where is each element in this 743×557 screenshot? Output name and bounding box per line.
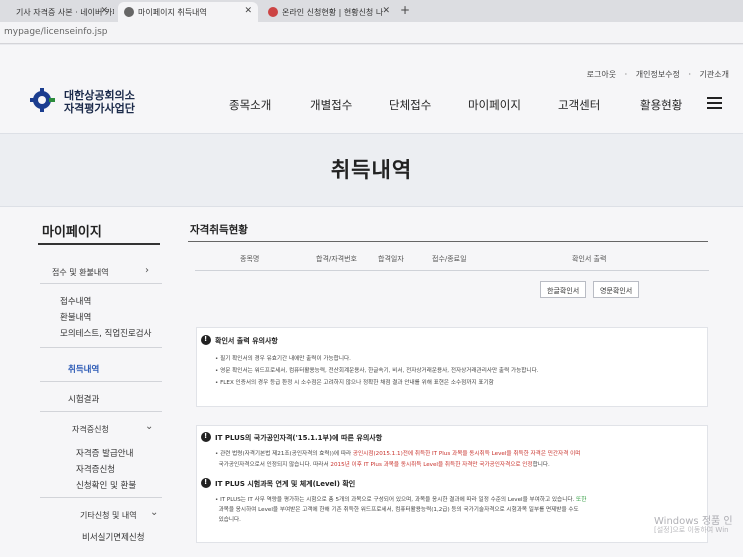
windows-activation-subtext: [설정]으로 이동하여 Win — [654, 526, 729, 534]
main-nav: 종목소개 개별접수 단체접수 마이페이지 고객센터 활용현황 — [0, 97, 743, 117]
tab-label: 온라인 신청현황 | 현황신청 나 — [282, 8, 384, 17]
sidebar-group-certificate[interactable]: 자격증신청 — [72, 424, 109, 435]
sidebar-group-other[interactable]: 기타신청 및 내역 — [80, 510, 137, 521]
sidebar-group-registration[interactable]: 접수 및 환불내역 — [52, 267, 109, 278]
column-header-date: 합격일자 — [378, 255, 404, 263]
nav-item-group[interactable]: 단체접수 — [389, 97, 431, 113]
about-link[interactable]: 기관소개 — [700, 70, 729, 79]
notice-highlight: 또한 — [576, 497, 587, 503]
sidebar-item-apply[interactable]: 자격증신청 — [76, 463, 115, 475]
alert-icon — [201, 478, 211, 488]
sidebar-item-secretary-exempt[interactable]: 비서실기면제신청 — [82, 531, 145, 543]
alert-icon — [201, 432, 211, 442]
sidebar-separator — [40, 411, 162, 412]
browser-tab-3[interactable]: 온라인 신청현황 | 현황신청 나 ✕ — [262, 2, 396, 22]
sidebar-separator — [40, 347, 162, 348]
hamburger-menu-icon[interactable] — [707, 97, 722, 109]
url-text: mypage/licenseinfo.jsp — [4, 27, 108, 37]
sidebar-divider — [38, 243, 160, 245]
sidebar-separator — [40, 283, 162, 284]
notice-heading: IT PLUS의 국가공인자격('15.1.1부)에 따른 유의사항 — [215, 434, 383, 442]
nav-item-support[interactable]: 고객센터 — [558, 97, 600, 113]
site-icon — [268, 7, 278, 17]
notice-line: 국가공인자격으로서 인정되지 않습니다. 따라서 — [218, 462, 331, 468]
sidebar-item-refunds[interactable]: 환불내역 — [60, 311, 91, 323]
page-banner: 취득내역 — [0, 133, 743, 207]
sidebar-item-acquisitions[interactable]: 취득내역 — [68, 363, 99, 375]
close-icon[interactable]: ✕ — [382, 6, 390, 16]
page-title: 취득내역 — [330, 158, 413, 182]
sidebar-item-issue-guide[interactable]: 자격증 발급안내 — [76, 447, 133, 459]
edit-profile-link[interactable]: 개인정보수정 — [636, 70, 680, 79]
close-icon[interactable]: ✕ — [100, 6, 108, 16]
notice-line: FLEX 인증서의 경우 등급 환정 시 소수점은 고려하지 않으나 정확한 채… — [220, 380, 494, 386]
notice-highlight: 2015년 이후 IT Plus 과목을 동시취득 Level을 취득한 자격만… — [330, 462, 533, 468]
notice-line: 있습니다. — [218, 517, 241, 523]
column-header-period: 접수/종료일 — [432, 255, 467, 263]
notice-heading: 확인서 출력 유의사항 — [215, 337, 278, 345]
sidebar-separator — [40, 497, 162, 498]
browser-tab-bar: 기사 자격증 사본 · 네이버 카페 ✕ 마이페이지 취득내역 ✕ 온라인 신청… — [0, 0, 743, 22]
nav-item-individual[interactable]: 개별접수 — [310, 97, 352, 113]
notice-line: 필기 확인서의 경우 유효기간 내에만 출력이 가능합니다. — [220, 356, 351, 362]
address-bar[interactable]: mypage/licenseinfo.jsp — [0, 22, 743, 44]
tab-label: 기사 자격증 사본 · 네이버 카페 — [16, 8, 114, 17]
chevron-down-icon[interactable]: ⌄ — [150, 507, 158, 518]
close-icon[interactable]: ✕ — [244, 6, 252, 16]
new-tab-button[interactable]: + — [400, 3, 410, 17]
chevron-right-icon[interactable]: › — [145, 265, 149, 276]
web-page: 로그아웃 · 개인정보수정 · 기관소개 대한상공회의소 자격평가사업단 종목소… — [0, 45, 743, 557]
sidebar-item-registrations[interactable]: 접수내역 — [60, 295, 91, 307]
tab-label: 마이페이지 취득내역 — [138, 8, 207, 17]
column-header-number: 합격/자격번호 — [316, 255, 357, 263]
notice-highlight: 공인시점(2015.1.1)전에 취득한 IT Plus 과목을 동시취득 Le… — [352, 451, 581, 457]
chevron-down-icon[interactable]: ⌄ — [145, 421, 153, 432]
notice-line: 관련 법령(자격기본법 제21조(공인자격의 효력))에 따라 — [220, 451, 353, 457]
nav-item-mypage[interactable]: 마이페이지 — [468, 97, 521, 113]
column-header-print: 확인서 출력 — [572, 255, 607, 263]
column-header-subject: 종목명 — [240, 255, 260, 263]
notice-line: IT PLUS는 IT 사무 역량을 평가하는 시험으로 총 5개의 과목으로 … — [220, 497, 577, 503]
notice-box-print: 확인서 출력 유의사항 • 필기 확인서의 경우 유효기간 내에만 출력이 가능… — [196, 327, 708, 407]
notice-heading: IT PLUS 시험과목 연계 및 체계(Level) 확인 — [215, 480, 356, 488]
browser-tab-2[interactable]: 마이페이지 취득내역 ✕ — [118, 2, 258, 22]
sidebar-title: 마이페이지 — [42, 225, 102, 240]
utility-links: 로그아웃 · 개인정보수정 · 기관소개 — [586, 70, 729, 79]
nav-item-usage[interactable]: 활용현황 — [640, 97, 682, 113]
sidebar-item-mock-test[interactable]: 모의테스트, 직업진로검사 — [60, 327, 151, 339]
korean-certificate-button[interactable]: 한글확인서 — [540, 281, 587, 298]
sidebar-item-confirm-refund[interactable]: 신청확인 및 환불 — [76, 479, 136, 491]
section-title: 자격취득현황 — [190, 224, 248, 236]
globe-icon — [124, 7, 134, 17]
notice-line: 합니다. — [532, 462, 550, 468]
notice-line: 과목을 응시하여 Level을 부여받은 고객에 한해 기존 취득한 워드프로세… — [218, 507, 579, 513]
table-header-line — [195, 270, 709, 271]
english-certificate-button[interactable]: 영문확인서 — [593, 281, 640, 298]
sidebar-item-results[interactable]: 시험결과 — [68, 393, 99, 405]
notice-box-level: IT PLUS 시험과목 연계 및 체계(Level) 확인 • IT PLUS… — [196, 473, 708, 543]
nav-item-exams[interactable]: 종목소개 — [229, 97, 271, 113]
sidebar-separator — [40, 381, 162, 382]
alert-icon — [201, 335, 211, 345]
logout-link[interactable]: 로그아웃 — [587, 70, 616, 79]
browser-tab-1[interactable]: 기사 자격증 사본 · 네이버 카페 ✕ — [0, 2, 114, 22]
notice-line: 영문 확인서는 워드프로세서, 컴퓨터활용능력, 전산회계운용사, 한글속기, … — [220, 368, 539, 374]
section-divider — [188, 241, 708, 242]
